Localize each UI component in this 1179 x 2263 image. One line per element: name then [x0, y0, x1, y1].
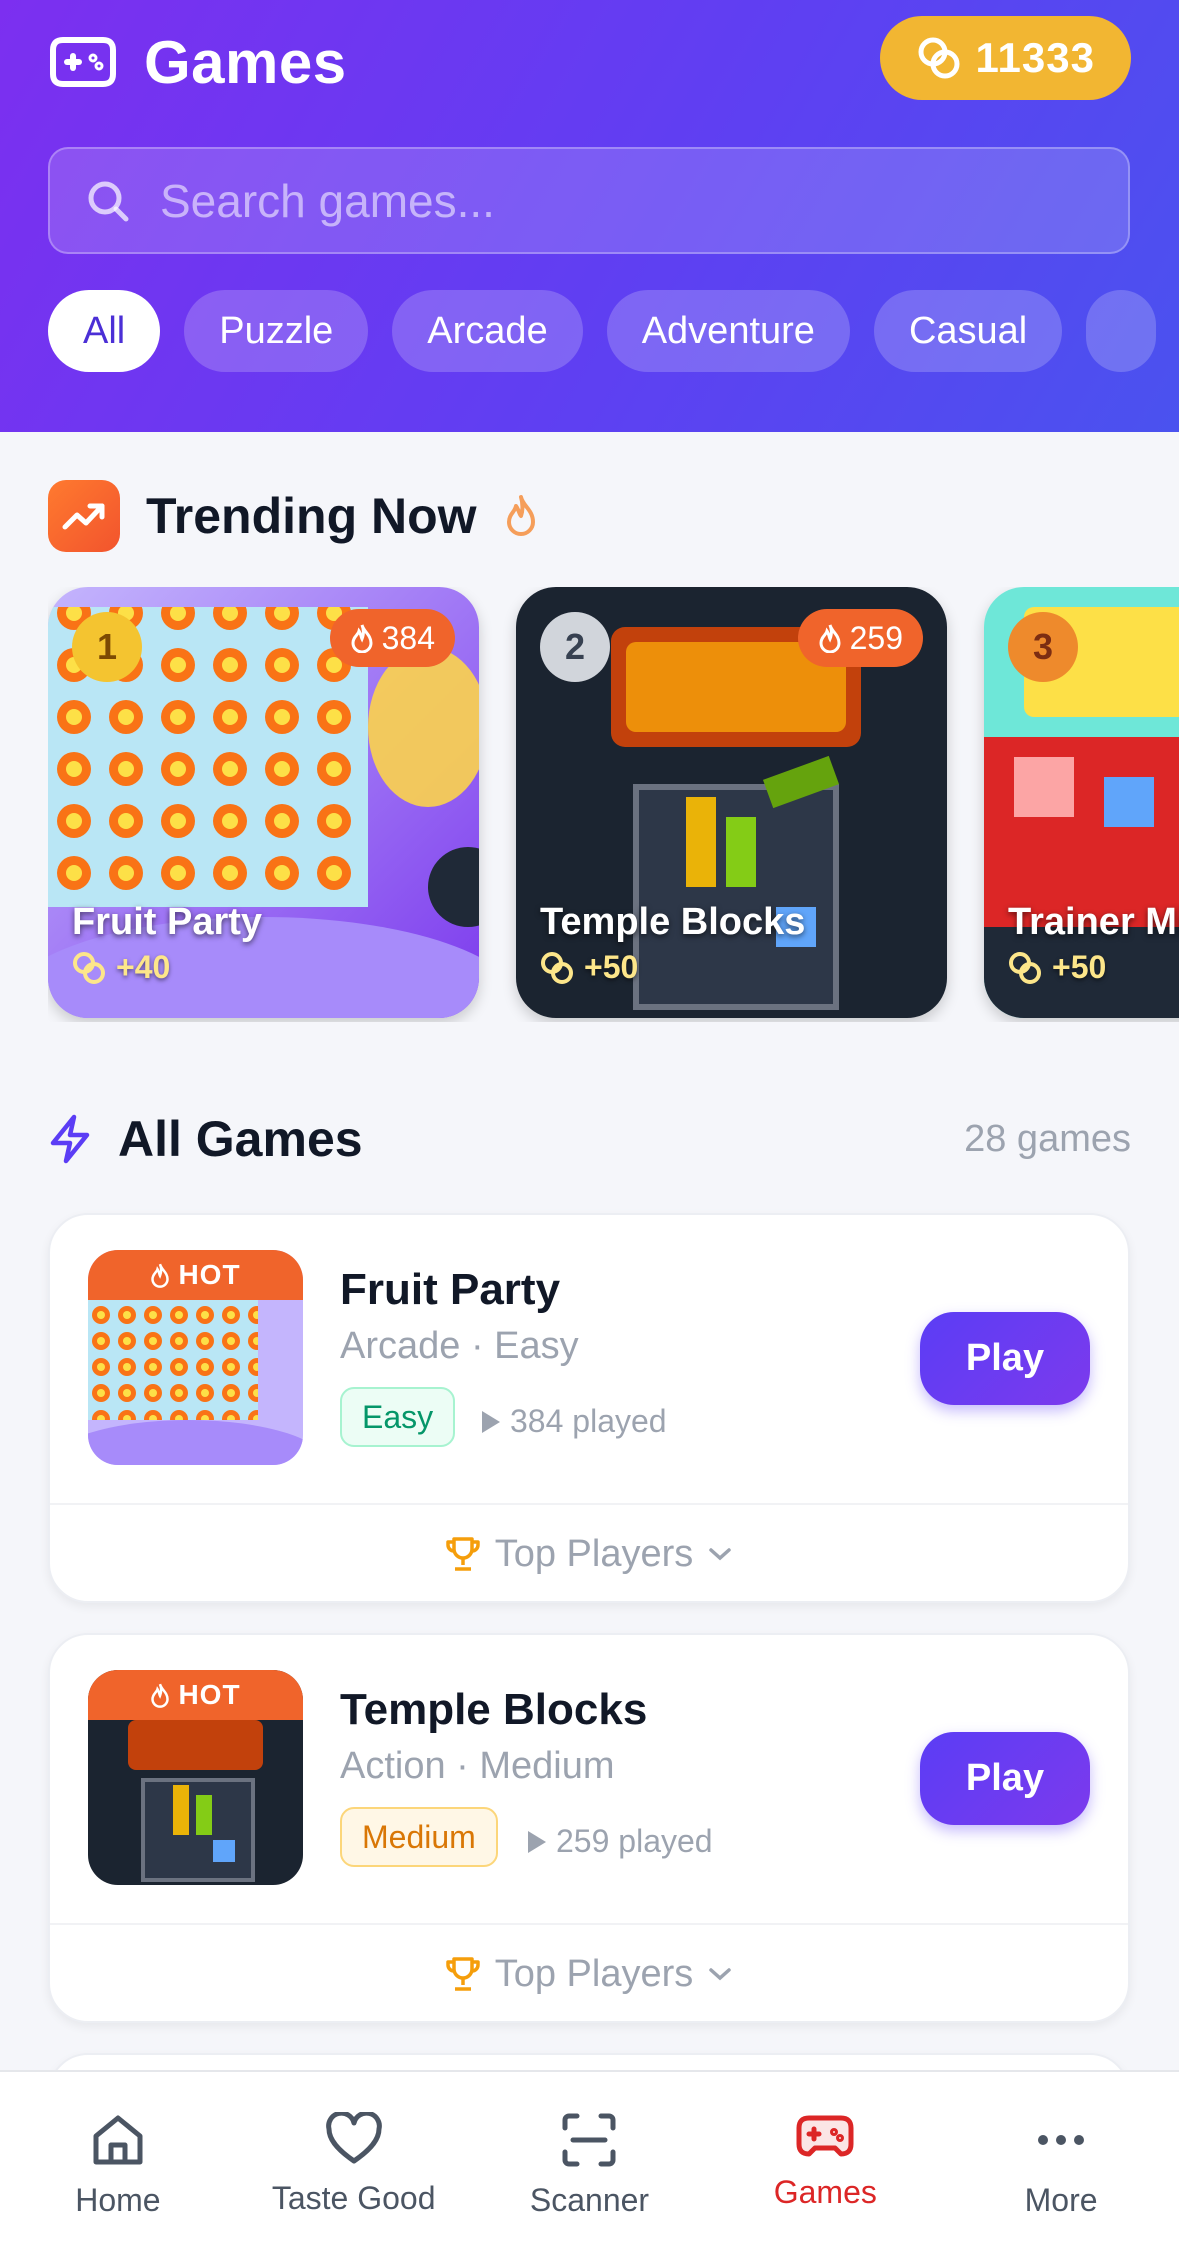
game-title: Fruit Party [340, 1265, 561, 1314]
flame-icon [819, 624, 841, 653]
nav-item-more[interactable]: More [943, 2072, 1179, 2263]
trophy-icon [445, 1537, 480, 1571]
heart-icon [325, 2112, 382, 2164]
played-count: 259 played [526, 1823, 713, 1860]
trending-title: Trending Now [146, 488, 477, 544]
flame-icon [506, 495, 535, 536]
trending-card-fruit-party[interactable]: 1 384 Fruit Party +40 [48, 587, 479, 1018]
top-players-label: Top Players [494, 1532, 694, 1575]
coin-count: 11333 [975, 34, 1095, 81]
coins-icon [73, 951, 105, 984]
category-filters: All Puzzle Arcade Adventure Casual [48, 290, 1179, 372]
bottom-nav: Home Taste Good Scanner Games More [0, 2070, 1179, 2263]
nav-item-taste-good[interactable]: Taste Good [236, 2072, 472, 2263]
header: Games 11333 All Puzzle Arcade Adventure … [0, 0, 1179, 432]
hot-label: HOT [178, 1679, 241, 1710]
nav-label: More [1024, 2182, 1098, 2218]
played-label: 384 played [510, 1403, 667, 1439]
category-chip-more[interactable] [1086, 290, 1157, 372]
trending-card-title: Fruit Party [72, 901, 263, 943]
nav-item-home[interactable]: Home [0, 2072, 236, 2263]
trending-up-icon [48, 480, 120, 552]
trophy-icon [445, 1957, 480, 1991]
coins-icon [541, 951, 573, 984]
reward-label: +50 [540, 949, 638, 986]
played-count: 384 played [480, 1403, 667, 1440]
reward-value: +40 [116, 949, 171, 985]
game-meta: Action · Medium [340, 1745, 615, 1787]
reward-label: +50 [1008, 949, 1106, 986]
coins-icon [1009, 951, 1041, 984]
gamepad-icon [796, 2115, 854, 2157]
coins-icon [918, 37, 960, 79]
game-meta: Arcade · Easy [340, 1325, 579, 1367]
category-chip-all[interactable]: All [48, 290, 161, 372]
flame-icon [151, 1263, 170, 1288]
nav-item-scanner[interactable]: Scanner [472, 2072, 708, 2263]
top-players-toggle[interactable]: Top Players [50, 1505, 1128, 1601]
played-label: 259 played [556, 1823, 713, 1859]
play-count-badge: 384 [329, 609, 455, 667]
home-icon [93, 2115, 143, 2165]
trending-card-title: Temple Blocks [540, 901, 806, 943]
trending-card-trainer[interactable]: 3 Trainer Mi +50 [984, 587, 1179, 1018]
scanner-icon [562, 2113, 616, 2167]
reward-value: +50 [584, 949, 639, 985]
play-button[interactable]: Play [920, 1312, 1090, 1405]
play-triangle-icon [528, 1830, 546, 1853]
chevron-down-icon [709, 1548, 732, 1561]
rank-badge: 3 [1008, 612, 1078, 682]
game-thumbnail: HOT [88, 1250, 303, 1465]
game-title: Temple Blocks [340, 1685, 648, 1734]
all-games-header: All Games [48, 1110, 363, 1168]
trending-carousel[interactable]: 1 384 Fruit Party +40 2 259 Temple Block… [48, 587, 1179, 1022]
gamepad-icon [48, 27, 118, 97]
game-card-temple-blocks[interactable]: HOT Temple Blocks Action · Medium Medium… [48, 1633, 1130, 2023]
search-icon [88, 181, 129, 221]
reward-value: +50 [1052, 949, 1107, 985]
search-input[interactable] [160, 173, 1060, 228]
all-games-title: All Games [118, 1111, 363, 1167]
trending-card-title: Trainer Mi [1008, 901, 1179, 943]
chevron-down-icon [709, 1968, 732, 1981]
reward-label: +40 [72, 949, 170, 986]
play-button[interactable]: Play [920, 1732, 1090, 1825]
play-triangle-icon [482, 1410, 500, 1433]
trending-card-temple-blocks[interactable]: 2 259 Temple Blocks +50 [516, 587, 947, 1018]
game-thumbnail: HOT [88, 1670, 303, 1885]
hot-label: HOT [178, 1259, 241, 1290]
coin-balance[interactable]: 11333 [879, 16, 1131, 100]
top-players-toggle[interactable]: Top Players [50, 1925, 1128, 2021]
bolt-icon [50, 1114, 90, 1164]
hot-badge: HOT [88, 1250, 303, 1300]
page-title: Games [144, 28, 347, 96]
category-chip-puzzle[interactable]: Puzzle [184, 290, 369, 372]
rank-badge: 1 [72, 612, 142, 682]
category-chip-casual[interactable]: Casual [873, 290, 1063, 372]
category-chip-adventure[interactable]: Adventure [606, 290, 850, 372]
difficulty-badge: Easy [340, 1387, 456, 1447]
hot-badge: HOT [88, 1670, 303, 1720]
search-bar[interactable] [48, 147, 1130, 254]
nav-label: Home [75, 2182, 161, 2218]
games-count: 28 games [964, 1118, 1131, 1160]
nav-label: Scanner [529, 2182, 650, 2218]
nav-item-games[interactable]: Games [707, 2072, 943, 2263]
title-row: Games 11333 [48, 16, 1131, 102]
flame-icon [351, 624, 373, 653]
more-icon [1038, 2135, 1085, 2145]
play-count: 259 [849, 619, 903, 656]
nav-label: Taste Good [271, 2180, 436, 2216]
play-count-badge: 259 [797, 609, 923, 667]
nav-label: Games [773, 2174, 877, 2210]
rank-badge: 2 [540, 612, 610, 682]
flame-icon [151, 1683, 170, 1708]
play-count: 384 [381, 619, 435, 656]
game-card-fruit-party[interactable]: HOT Fruit Party Arcade · Easy Easy 384 p… [48, 1213, 1130, 1603]
top-players-label: Top Players [494, 1952, 694, 1995]
difficulty-badge: Medium [340, 1807, 498, 1867]
trending-header: Trending Now [48, 480, 539, 552]
category-chip-arcade[interactable]: Arcade [392, 290, 583, 372]
